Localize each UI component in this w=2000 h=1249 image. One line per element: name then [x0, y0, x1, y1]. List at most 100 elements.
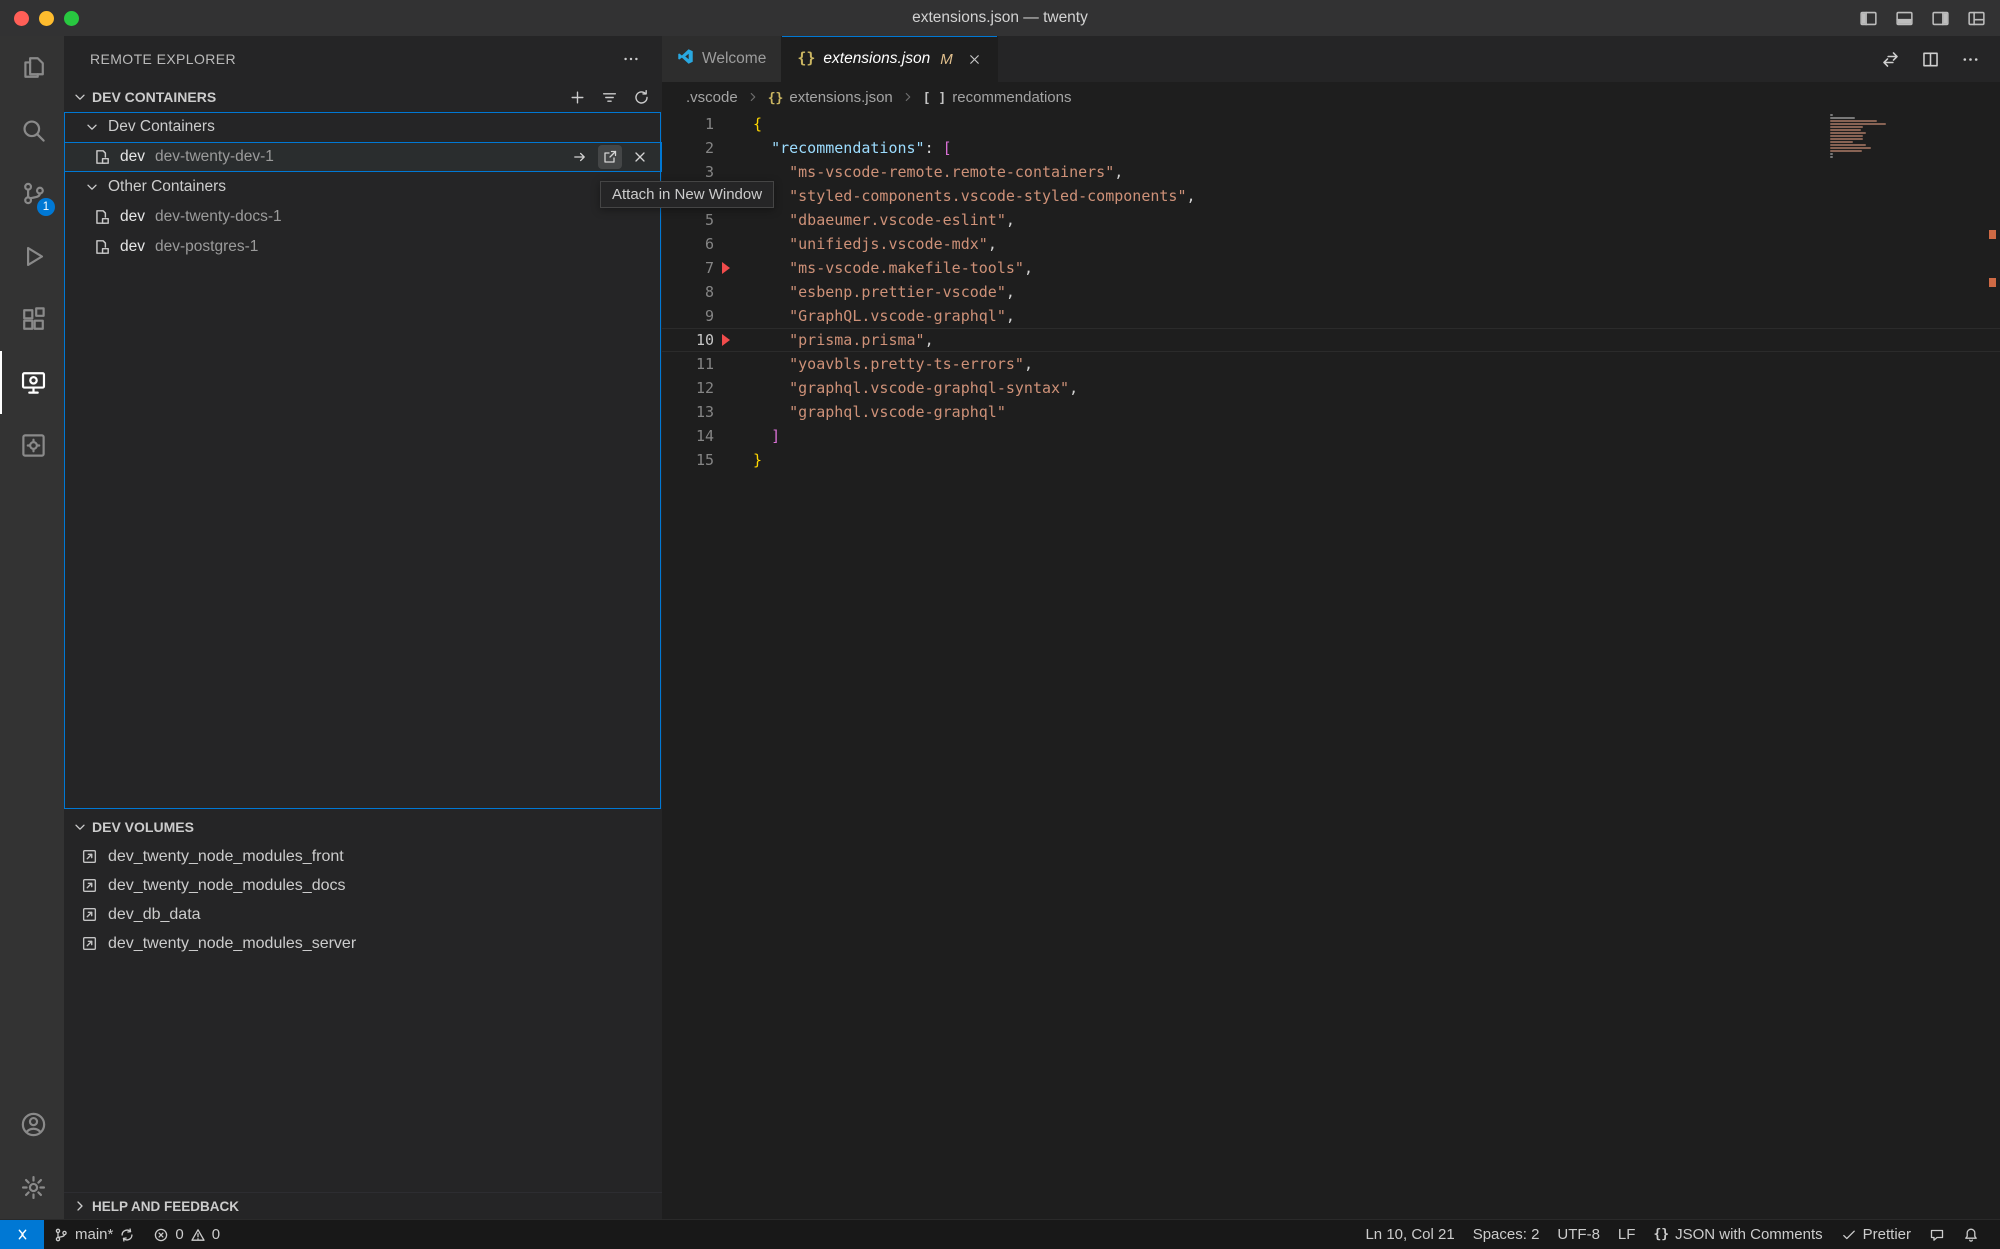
container-item[interactable]: devdev-postgres-1: [64, 232, 662, 262]
stop-container-button[interactable]: [628, 145, 652, 169]
code-line-2[interactable]: 2 "recommendations": [: [662, 136, 2000, 160]
container-item[interactable]: devdev-twenty-dev-1: [64, 142, 662, 172]
line-text: "unifiedjs.vscode-mdx",: [753, 232, 997, 256]
breadcrumb-item[interactable]: {}extensions.json: [768, 89, 893, 106]
problems-status[interactable]: 00: [144, 1220, 229, 1249]
breadcrumb-item[interactable]: [ ]recommendations: [923, 89, 1072, 106]
attach-new-window-button[interactable]: [598, 145, 622, 169]
minimize-window-button[interactable]: [39, 11, 54, 26]
line-number: 10: [662, 331, 714, 349]
zoom-window-button[interactable]: [64, 11, 79, 26]
filter-button[interactable]: [601, 89, 618, 106]
volume-item[interactable]: dev_twenty_node_modules_front: [64, 842, 662, 871]
code-line-1[interactable]: 1{: [662, 112, 2000, 136]
gutter-mark: [714, 448, 753, 472]
line-text: }: [753, 448, 762, 472]
container-item[interactable]: devdev-twenty-docs-1: [64, 202, 662, 232]
code-line-15[interactable]: 15}: [662, 448, 2000, 472]
feedback-icon: [1929, 1227, 1945, 1243]
split-editor-button[interactable]: [1921, 50, 1940, 69]
status-label: JSON with Comments: [1675, 1226, 1823, 1243]
branch-status[interactable]: main*: [44, 1220, 144, 1249]
tab-bar: Welcome{}extensions.jsonM: [662, 36, 2000, 82]
gutter-mark: [714, 328, 753, 352]
encoding[interactable]: UTF-8: [1548, 1220, 1609, 1249]
code-line-14[interactable]: 14 ]: [662, 424, 2000, 448]
tab-welcome[interactable]: Welcome: [662, 36, 782, 82]
search-icon: [20, 117, 47, 144]
close-tab-button[interactable]: [967, 52, 982, 67]
layout-sidebar-right-icon[interactable]: [1931, 9, 1950, 28]
code-editor[interactable]: 1{2 "recommendations": [3 "ms-vscode-rem…: [662, 112, 2000, 1219]
tree-group[interactable]: Dev Containers: [64, 112, 662, 142]
sync-icon: [119, 1227, 135, 1243]
attach-button[interactable]: [568, 145, 592, 169]
section-dev-volumes[interactable]: DEV VOLUMES: [64, 812, 662, 842]
remote-indicator[interactable]: [0, 1220, 44, 1249]
gutter-mark: [714, 136, 753, 160]
activity-item-explorer[interactable]: [0, 36, 64, 99]
more-actions-icon[interactable]: [622, 50, 640, 68]
json-braces-icon: {}: [797, 50, 815, 68]
activity-item-run-debug[interactable]: [0, 225, 64, 288]
code-line-3[interactable]: 3 "ms-vscode-remote.remote-containers",: [662, 160, 2000, 184]
breadcrumb-item[interactable]: .vscode: [686, 89, 738, 106]
layout-sidebar-left-icon[interactable]: [1859, 9, 1878, 28]
chevron-down-icon: [72, 89, 88, 105]
settings-gear-icon: [20, 1174, 47, 1201]
gutter-mark: [714, 256, 753, 280]
layout-customize-icon[interactable]: [1967, 9, 1986, 28]
tab-extensions-json[interactable]: {}extensions.jsonM: [782, 36, 997, 82]
add-dev-container-button[interactable]: [569, 89, 586, 106]
chevron-down-icon: [84, 119, 100, 135]
activity-item-accounts[interactable]: [0, 1093, 64, 1156]
volume-item[interactable]: dev_db_data: [64, 900, 662, 929]
code-line-10[interactable]: 10 "prisma.prisma",: [662, 328, 2000, 352]
tree-group[interactable]: Other Containers: [64, 172, 662, 202]
section-dev-containers[interactable]: DEV CONTAINERS: [64, 82, 662, 112]
volume-item[interactable]: dev_twenty_node_modules_server: [64, 929, 662, 958]
tooltip-attach-in-new-window: Attach in New Window: [600, 181, 774, 208]
volume-icon: [81, 935, 98, 952]
activity-item-source-control[interactable]: 1: [0, 162, 64, 225]
section-help-feedback[interactable]: HELP AND FEEDBACK: [64, 1192, 662, 1219]
code-line-8[interactable]: 8 "esbenp.prettier-vscode",: [662, 280, 2000, 304]
layout-panel-icon[interactable]: [1895, 9, 1914, 28]
section-actions: [569, 89, 650, 106]
activity-item-search[interactable]: [0, 99, 64, 162]
notifications[interactable]: [1954, 1220, 1988, 1249]
activity-item-dev-containers[interactable]: [0, 414, 64, 477]
code-line-7[interactable]: 7 "ms-vscode.makefile-tools",: [662, 256, 2000, 280]
activity-item-extensions[interactable]: [0, 288, 64, 351]
code-line-5[interactable]: 5 "dbaeumer.vscode-eslint",: [662, 208, 2000, 232]
gutter-mark: [714, 280, 753, 304]
section-label: DEV VOLUMES: [92, 819, 194, 835]
cursor-position[interactable]: Ln 10, Col 21: [1356, 1220, 1463, 1249]
git-modified-badge: M: [940, 51, 953, 68]
activity-item-settings[interactable]: [0, 1156, 64, 1219]
code-line-9[interactable]: 9 "GraphQL.vscode-graphql",: [662, 304, 2000, 328]
code-line-4[interactable]: 4 "styled-components.vscode-styled-compo…: [662, 184, 2000, 208]
code-line-12[interactable]: 12 "graphql.vscode-graphql-syntax",: [662, 376, 2000, 400]
more-actions-button[interactable]: [1961, 50, 1980, 69]
container-name: dev-postgres-1: [155, 238, 258, 256]
refresh-button[interactable]: [633, 89, 650, 106]
minimap[interactable]: [1830, 114, 1888, 159]
close-window-button[interactable]: [14, 11, 29, 26]
code-line-6[interactable]: 6 "unifiedjs.vscode-mdx",: [662, 232, 2000, 256]
feedback[interactable]: [1920, 1220, 1954, 1249]
open-changes-button[interactable]: [1881, 50, 1900, 69]
eol[interactable]: LF: [1609, 1220, 1645, 1249]
overview-ruler-mark: [1989, 278, 1996, 287]
volume-icon: [81, 906, 98, 923]
volume-item[interactable]: dev_twenty_node_modules_docs: [64, 871, 662, 900]
warning-count: 0: [212, 1226, 220, 1243]
language-mode[interactable]: {}JSON with Comments: [1644, 1220, 1831, 1249]
code-line-13[interactable]: 13 "graphql.vscode-graphql": [662, 400, 2000, 424]
indentation[interactable]: Spaces: 2: [1464, 1220, 1549, 1249]
container-name: dev-twenty-dev-1: [155, 148, 274, 166]
activity-item-remote-explorer[interactable]: [0, 351, 64, 414]
formatter[interactable]: Prettier: [1832, 1220, 1920, 1249]
code-line-11[interactable]: 11 "yoavbls.pretty-ts-errors",: [662, 352, 2000, 376]
layout-controls: [1859, 0, 1986, 36]
